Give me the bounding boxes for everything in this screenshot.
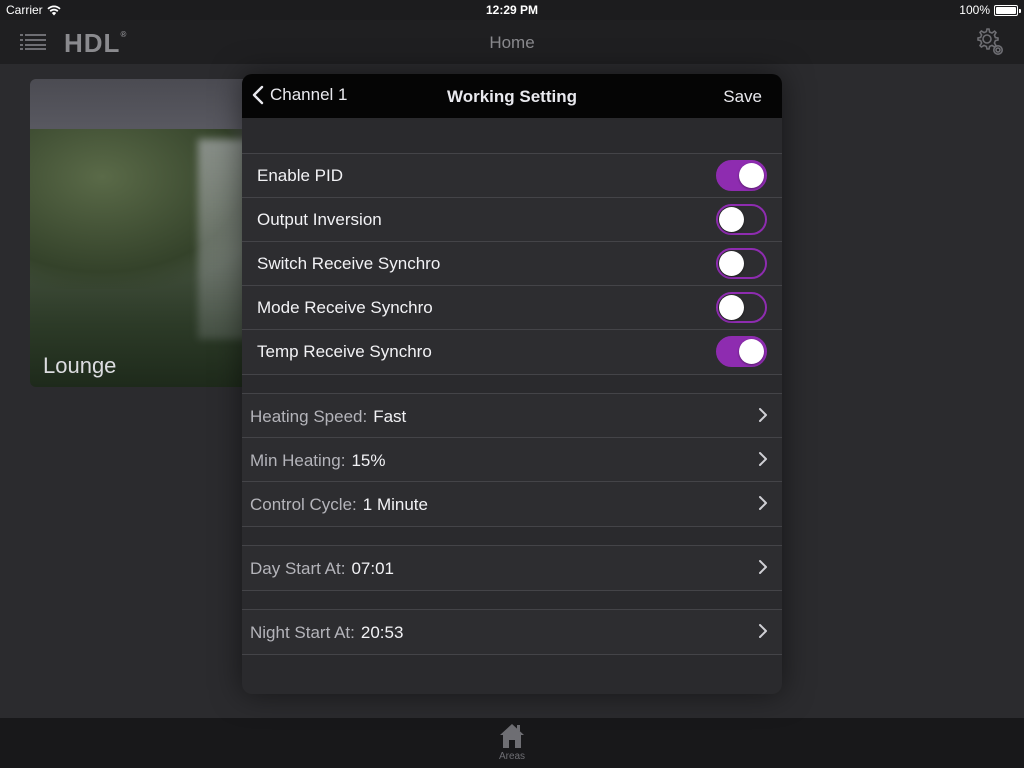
tab-areas[interactable]: Areas [492,722,532,762]
row-value: 20:53 [360,623,404,642]
chevron-right-icon [759,408,767,422]
toggle-label: Switch Receive Synchro [257,254,441,273]
status-time: 12:29 PM [485,3,539,17]
row-value: 07:01 [351,559,394,578]
battery-percent: 100% [959,3,990,17]
settings-gear-icon[interactable] [974,26,1006,58]
chevron-right-icon [759,560,767,574]
row-key: Control Cycle: [250,495,357,514]
working-setting-modal: Channel 1 Working Setting Save Enable PI… [242,74,782,694]
chevron-right-icon [759,624,767,638]
area-card-lounge[interactable]: Lounge [30,79,270,387]
night-start-list: Night Start At: 20:53 [242,609,782,655]
row-key: Night Start At: [250,623,355,642]
area-card-label: Lounge [43,353,117,378]
toggle-row-mode-receive-synchro: Mode Receive Synchro [242,286,782,330]
house-icon [500,724,524,748]
row-key: Day Start At: [250,559,346,578]
chevron-left-icon [252,85,264,105]
row-label: Control Cycle: 1 Minute [250,495,428,515]
night-start-row[interactable]: Night Start At: 20:53 [242,610,782,654]
row-value: 15% [351,451,386,470]
mode-receive-synchro-switch[interactable] [716,292,767,323]
save-button[interactable]: Save [723,87,762,107]
row-label: Day Start At: 07:01 [250,559,394,579]
toggle-label: Mode Receive Synchro [257,298,433,317]
app-bar: HDL® Home [0,20,1024,64]
day-start-row[interactable]: Day Start At: 07:01 [242,546,782,590]
page-title: Home [489,33,535,52]
card-image-waterfall [198,139,248,339]
heating-speed-row[interactable]: Heating Speed: Fast [242,394,782,438]
toggle-row-enable-pid: Enable PID [242,154,782,198]
min-heating-row[interactable]: Min Heating: 15% [242,438,782,482]
heating-settings-list: Heating Speed: Fast Min Heating: 15% Contr… [242,393,782,527]
toggle-row-switch-receive-synchro: Switch Receive Synchro [242,242,782,286]
tab-bar: Areas [0,718,1024,768]
toggle-list: Enable PID Output Inversion Switch Recei… [242,153,782,375]
back-button[interactable]: Channel 1 [252,85,348,105]
row-label: Heating Speed: Fast [250,407,406,427]
toggle-label: Output Inversion [257,210,382,229]
tab-areas-label: Areas [498,751,526,762]
row-label: Min Heating: 15% [250,451,385,471]
row-value: 1 Minute [362,495,428,514]
row-key: Heating Speed: [250,407,368,426]
battery-icon [994,4,1021,16]
toggle-row-output-inversion: Output Inversion [242,198,782,242]
chevron-right-icon [759,496,767,510]
toggle-row-temp-receive-synchro: Temp Receive Synchro [242,330,782,374]
toggle-label: Temp Receive Synchro [257,342,432,361]
back-button-label: Channel 1 [270,85,348,104]
battery-status: 100% [959,3,1021,17]
status-bar: Carrier 12:29 PM 100% [0,0,1024,20]
toggle-label: Enable PID [257,166,343,185]
enable-pid-switch[interactable] [716,160,767,191]
day-start-list: Day Start At: 07:01 [242,545,782,591]
output-inversion-switch[interactable] [716,204,767,235]
temp-receive-synchro-switch[interactable] [716,336,767,367]
row-value: Fast [373,407,407,426]
row-key: Min Heating: [250,451,346,470]
modal-header: Channel 1 Working Setting Save [242,74,782,118]
control-cycle-row[interactable]: Control Cycle: 1 Minute [242,482,782,526]
chevron-right-icon [759,452,767,466]
row-label: Night Start At: 20:53 [250,623,403,643]
switch-receive-synchro-switch[interactable] [716,248,767,279]
